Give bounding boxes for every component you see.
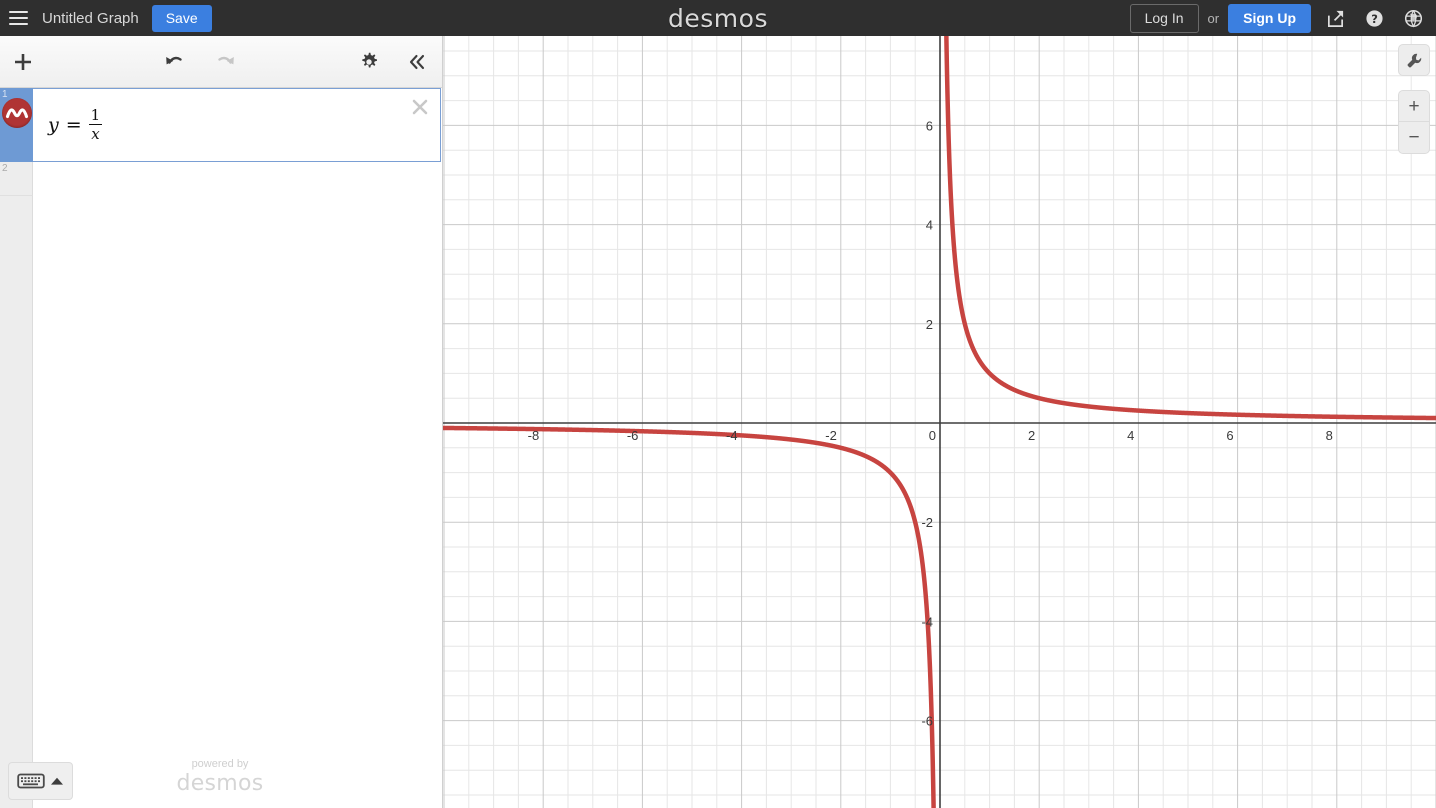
graph-title[interactable]: Untitled Graph <box>42 10 139 27</box>
expression-equals: = <box>65 114 82 136</box>
curve-color-icon[interactable] <box>1 98 32 128</box>
collapse-panel-icon[interactable] <box>402 47 432 77</box>
desmos-logo-text: desmos <box>668 3 768 33</box>
undo-icon[interactable] <box>160 47 190 77</box>
language-globe-icon[interactable] <box>1398 3 1428 33</box>
y-axis-tick-label: 2 <box>926 317 933 332</box>
x-axis-tick-label: -4 <box>726 428 738 443</box>
app-header: Untitled Graph Save desmos Log In or Sig… <box>0 0 1436 36</box>
svg-text:?: ? <box>1371 11 1378 25</box>
chevron-up-icon <box>51 777 63 785</box>
graph-canvas[interactable]: -8 -6 -4 -2 2 4 6 8 0 -6 -4 -2 2 4 6 + − <box>443 36 1436 808</box>
x-axis-tick-label: -6 <box>627 428 639 443</box>
keypad-toggle-button[interactable] <box>8 762 73 800</box>
origin-tick-label: 0 <box>929 428 936 443</box>
undo-redo-group <box>160 36 240 88</box>
expression-index-column-1[interactable]: 1 <box>0 88 33 162</box>
x-axis-tick-label: -2 <box>825 428 837 443</box>
desmos-calculator-app: Untitled Graph Save desmos Log In or Sig… <box>0 0 1436 808</box>
fraction-denominator: x <box>91 125 100 144</box>
expression-list-gutter <box>0 196 33 808</box>
keyboard-icon <box>17 773 45 789</box>
zoom-out-label: − <box>1408 127 1420 148</box>
plot-curve[interactable] <box>443 425 937 808</box>
zoom-out-button[interactable]: − <box>1398 122 1430 154</box>
x-axis-tick-label: 4 <box>1127 428 1134 443</box>
y-axis-tick-label: -6 <box>921 714 933 729</box>
y-axis-tick-label: -2 <box>921 515 933 530</box>
x-axis-tick-label: 6 <box>1226 428 1233 443</box>
x-axis-tick-label: 2 <box>1028 428 1035 443</box>
hamburger-menu-icon[interactable] <box>0 0 36 36</box>
plus-icon[interactable] <box>0 36 46 88</box>
expression-list[interactable]: 1 y = 1 x 2 <box>0 88 442 808</box>
expression-panel: 1 y = 1 x 2 powered by desmos <box>0 36 443 808</box>
x-axis-tick-label: -8 <box>528 428 540 443</box>
zoom-in-button[interactable]: + <box>1398 90 1430 122</box>
expression-lhs: y <box>48 114 59 136</box>
expression-index-2: 2 <box>2 163 8 174</box>
expression-index-column-2[interactable]: 2 <box>0 162 33 196</box>
sign-up-button[interactable]: Sign Up <box>1228 3 1311 33</box>
expression-input-1[interactable]: y = 1 x <box>33 88 441 162</box>
zoom-in-label: + <box>1408 95 1420 117</box>
expression-math-1: y = 1 x <box>48 105 103 144</box>
share-icon[interactable] <box>1320 3 1350 33</box>
graph-controls: + − <box>1398 44 1430 154</box>
y-axis-tick-label: 6 <box>926 118 933 133</box>
expression-input-2[interactable] <box>33 162 442 196</box>
graph-plot[interactable]: -8 -6 -4 -2 2 4 6 8 0 -6 -4 -2 2 4 6 <box>443 36 1436 808</box>
y-axis-tick-label: 4 <box>926 218 933 233</box>
log-in-button[interactable]: Log In <box>1129 3 1199 33</box>
close-x-icon[interactable] <box>407 94 433 120</box>
expression-toolbar <box>0 36 442 88</box>
graph-settings-wrench-icon[interactable] <box>1398 44 1430 76</box>
or-separator-label: or <box>1207 10 1220 26</box>
toolbar-right-group <box>354 36 432 88</box>
y-axis-tick-label: -4 <box>921 614 933 629</box>
gear-icon[interactable] <box>354 47 384 77</box>
header-actions: Log In or Sign Up ? <box>1129 0 1436 36</box>
save-button[interactable]: Save <box>151 4 212 32</box>
x-axis-tick-label: 8 <box>1326 428 1333 443</box>
expression-row-2[interactable]: 2 <box>0 162 442 196</box>
expression-fraction: 1 x <box>88 105 103 144</box>
help-icon[interactable]: ? <box>1359 3 1389 33</box>
redo-icon[interactable] <box>210 47 240 77</box>
expression-row-1[interactable]: 1 y = 1 x <box>0 88 442 162</box>
expression-index-1: 1 <box>2 89 8 100</box>
fraction-numerator: 1 <box>90 105 101 124</box>
